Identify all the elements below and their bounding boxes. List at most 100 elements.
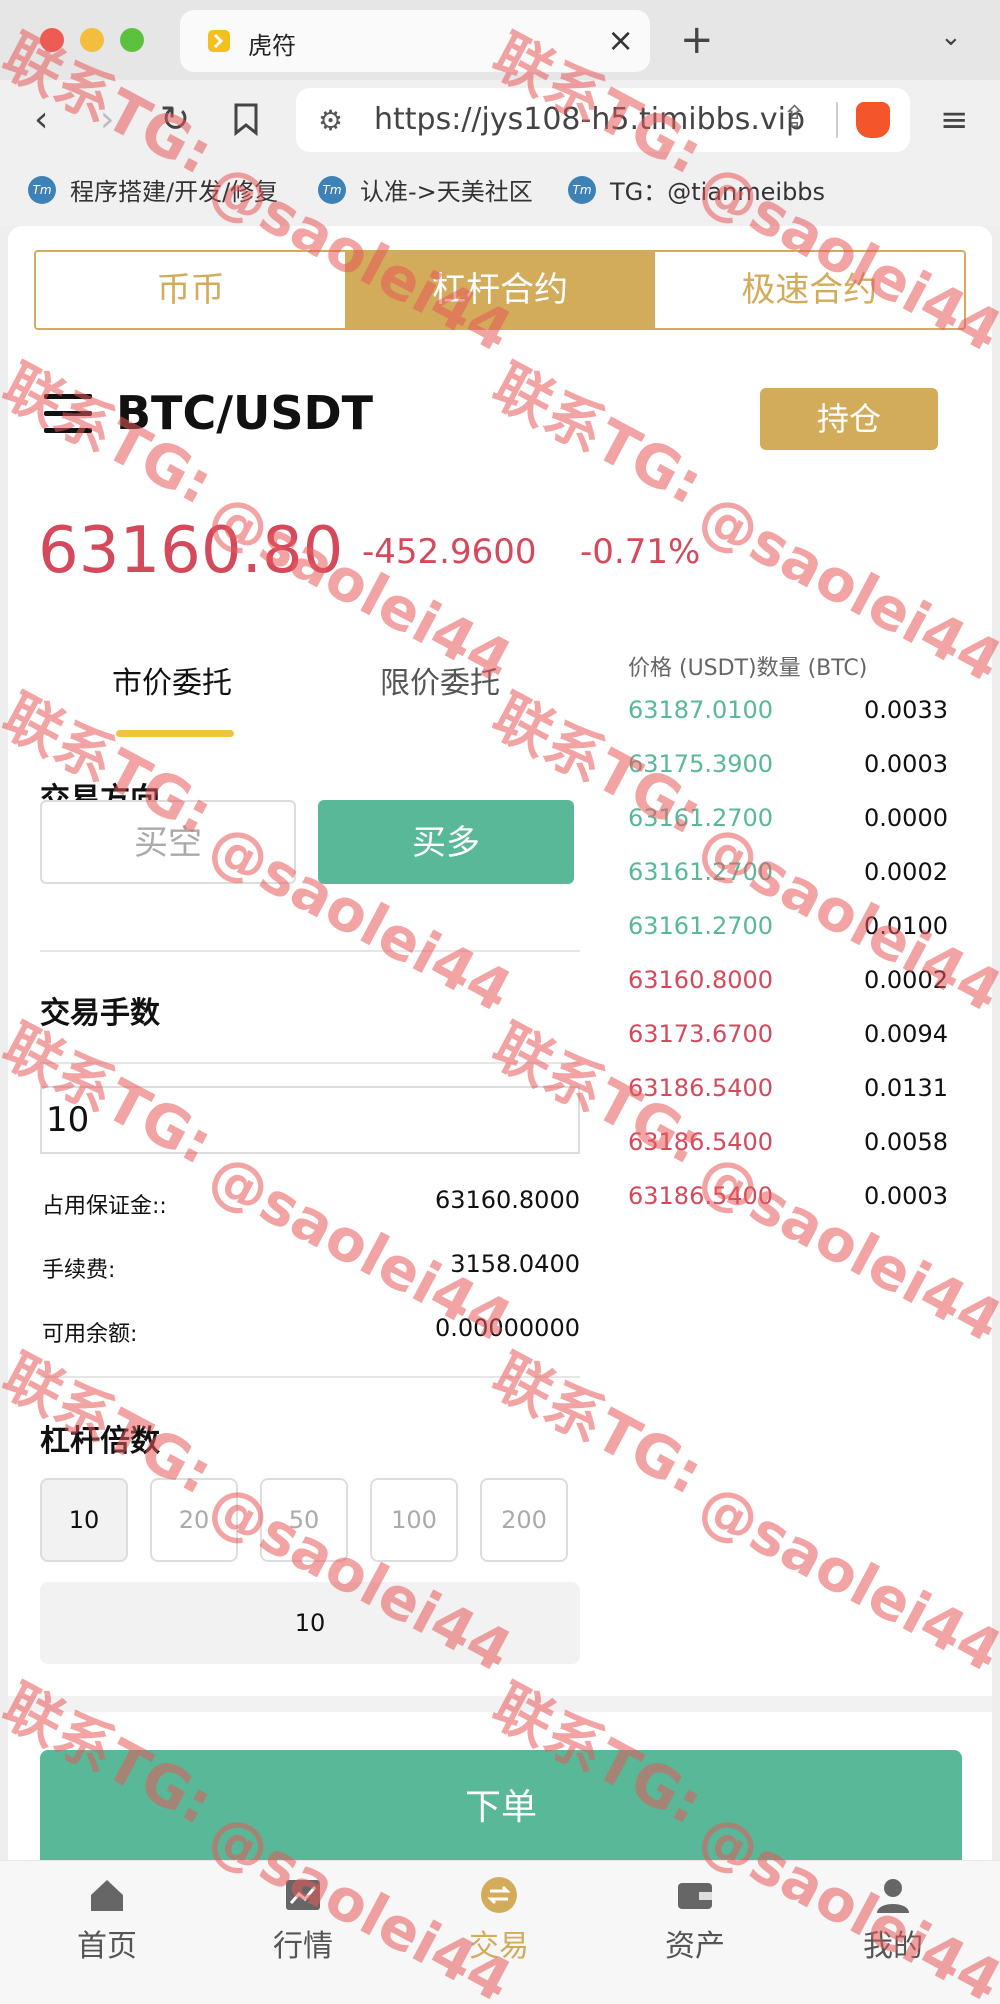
order-book-row[interactable]: 63186.5400 0.0058: [628, 1128, 948, 1168]
leverage-option-10[interactable]: 10: [40, 1478, 128, 1562]
brave-shield-icon[interactable]: [856, 102, 890, 138]
order-book-qty: 0.0100: [864, 912, 948, 940]
order-book-row[interactable]: 63186.5400 0.0003: [628, 1182, 948, 1222]
order-book-row[interactable]: 63187.0100 0.0033: [628, 696, 948, 736]
menu-icon[interactable]: [44, 394, 92, 434]
order-book-price: 63186.5400: [628, 1128, 774, 1156]
bookmark-item[interactable]: Tm 程序搭建/开发/修复: [28, 172, 278, 207]
order-book-price: 63175.3900: [628, 750, 774, 778]
browser-tab[interactable]: 虎符 ×: [180, 10, 650, 72]
positions-button[interactable]: 持仓: [760, 388, 938, 450]
quantity-input[interactable]: 10: [40, 1086, 580, 1154]
back-icon[interactable]: ‹: [34, 98, 48, 142]
nav-market[interactable]: 行情: [238, 1875, 368, 1965]
mode-tabs: 币币 杠杆合约 极速合约: [34, 250, 966, 330]
trading-pair[interactable]: BTC/USDT: [116, 386, 373, 440]
forward-icon[interactable]: ›: [100, 98, 114, 142]
share-icon[interactable]: ⇪: [782, 100, 807, 135]
order-book-row[interactable]: 63175.3900 0.0003: [628, 750, 948, 790]
nav-assets[interactable]: 资产: [630, 1875, 760, 1965]
fee-label: 手续费:: [42, 1258, 116, 1283]
order-book-price: 63161.2700: [628, 804, 774, 832]
chart-icon: [286, 1880, 320, 1910]
leverage-option-50[interactable]: 50: [260, 1478, 348, 1562]
order-book-price: 63161.2700: [628, 912, 774, 940]
order-book-row[interactable]: 63161.2700 0.0002: [628, 858, 948, 898]
order-book-price: 63186.5400: [628, 1182, 774, 1210]
bookmark-label: TG：@tianmeibbs: [610, 178, 826, 206]
last-price: 63160.80: [38, 514, 344, 588]
order-book-qty: 0.0002: [864, 858, 948, 886]
bookmarks-bar: Tm 程序搭建/开发/修复 Tm 认准->天美社区 Tm TG：@tianmeibbs: [0, 160, 1000, 226]
tab-limit-order[interactable]: 限价委托: [380, 658, 500, 702]
minimize-window-button[interactable]: [80, 28, 104, 52]
order-book-row[interactable]: 63173.6700 0.0094: [628, 1020, 948, 1060]
nav-home-label: 首页: [77, 1929, 137, 1964]
chevron-down-icon[interactable]: ⌄: [940, 22, 962, 52]
site-settings-icon[interactable]: ⚙: [318, 104, 343, 137]
nav-profile[interactable]: 我的: [828, 1875, 958, 1965]
order-book-price: 63160.8000: [628, 966, 774, 994]
home-icon: [91, 1880, 123, 1911]
url-text[interactable]: https://jys108-h5.timibbs.vip: [374, 102, 805, 137]
buy-short-button[interactable]: 买空: [40, 800, 296, 884]
price-change-percent: -0.71%: [580, 532, 701, 572]
order-book-qty: 0.0094: [864, 1020, 948, 1048]
balance-value: 0.00000000: [434, 1314, 580, 1342]
address-bar[interactable]: ⚙ https://jys108-h5.timibbs.vip ⇪: [296, 88, 910, 152]
order-book-qty: 0.0058: [864, 1128, 948, 1156]
price-change: -452.9600: [362, 532, 537, 572]
divider: [40, 1062, 580, 1064]
divider: [40, 950, 580, 952]
leverage-option-100[interactable]: 100: [370, 1478, 458, 1562]
new-tab-icon[interactable]: +: [680, 18, 714, 62]
order-book-qty: 0.0033: [864, 696, 948, 724]
tab-leverage-contract[interactable]: 杠杆合约: [345, 252, 655, 328]
maximize-window-button[interactable]: [120, 28, 144, 52]
nav-assets-label: 资产: [665, 1929, 725, 1964]
tab-fast-contract[interactable]: 极速合约: [654, 252, 964, 328]
section-separator: [8, 1696, 992, 1712]
margin-label: 占用保证金::: [42, 1194, 167, 1219]
leverage-option-20[interactable]: 20: [150, 1478, 238, 1562]
nav-trade[interactable]: 交易: [434, 1875, 564, 1965]
browser-tab-bar: 虎符 × + ⌄: [0, 0, 1000, 80]
order-book-qty: 0.0000: [864, 804, 948, 832]
order-book-row[interactable]: 63160.8000 0.0002: [628, 966, 948, 1006]
favicon-icon: [208, 30, 230, 52]
order-book-price: 63161.2700: [628, 858, 774, 886]
bookmark-favicon-icon: Tm: [28, 175, 56, 204]
tab-spot[interactable]: 币币: [36, 252, 346, 328]
order-book-price: 63187.0100: [628, 696, 774, 724]
divider: [836, 102, 838, 138]
trading-page: 币币 杠杆合约 极速合约 BTC/USDT 持仓 63160.80 -452.9…: [8, 226, 992, 2004]
active-tab-indicator: [116, 730, 234, 737]
reload-icon[interactable]: ↻: [160, 98, 190, 142]
hamburger-menu-icon[interactable]: ≡: [940, 100, 969, 140]
leverage-title: 杠杆倍数: [40, 1424, 160, 1459]
bookmark-item[interactable]: Tm TG：@tianmeibbs: [568, 172, 825, 207]
order-book-row[interactable]: 63161.2700 0.0000: [628, 804, 948, 844]
nav-market-label: 行情: [273, 1929, 333, 1964]
bookmark-label: 程序搭建/开发/修复: [70, 178, 279, 206]
close-icon[interactable]: ×: [607, 20, 634, 60]
bookmark-icon[interactable]: [232, 102, 260, 136]
order-book-price: 63173.6700: [628, 1020, 774, 1048]
balance-label: 可用余额:: [42, 1322, 138, 1347]
tab-market-order[interactable]: 市价委托: [112, 658, 232, 702]
order-book-row[interactable]: 63186.5400 0.0131: [628, 1074, 948, 1114]
bookmark-favicon-icon: Tm: [568, 175, 596, 204]
selected-leverage-display: 10: [40, 1582, 580, 1664]
bookmark-favicon-icon: Tm: [318, 175, 346, 204]
close-window-button[interactable]: [40, 28, 64, 52]
bookmark-item[interactable]: Tm 认准->天美社区: [318, 172, 533, 207]
exchange-icon: [481, 1877, 517, 1913]
buy-long-button[interactable]: 买多: [318, 800, 574, 884]
order-book-row[interactable]: 63161.2700 0.0100: [628, 912, 948, 952]
leverage-option-200[interactable]: 200: [480, 1478, 568, 1562]
bottom-nav: 首页 行情 交易 资产 我的: [0, 1860, 1000, 2004]
order-book-qty: 0.0131: [864, 1074, 948, 1102]
place-order-button[interactable]: 下单: [40, 1750, 962, 1870]
nav-home[interactable]: 首页: [42, 1875, 172, 1965]
bookmark-label: 认准->天美社区: [360, 178, 533, 206]
